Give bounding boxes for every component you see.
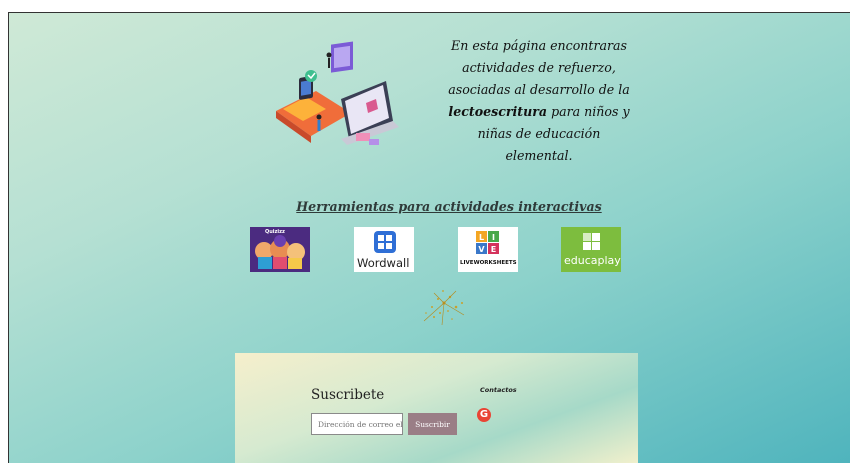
- intro-line-6: elemental.: [505, 148, 573, 163]
- educaplay-label: educaplay: [564, 254, 621, 267]
- educaplay-link[interactable]: educaplay: [561, 227, 621, 272]
- intro-line-3: asociadas al desarrollo de la: [448, 82, 630, 97]
- contact-title: Contactos: [480, 386, 517, 394]
- liveworksheets-link[interactable]: L I V E LIVEWORKSHEETS: [458, 227, 518, 272]
- svg-text:L: L: [479, 233, 484, 242]
- section-title: Herramientas para actividades interactiv…: [296, 199, 602, 214]
- footer-panel: Suscribete Suscribir Contactos G: [235, 353, 638, 463]
- subscribe-button[interactable]: Suscribir: [408, 413, 457, 435]
- intro-line-1: En esta página encontraras: [451, 38, 627, 53]
- subscribe-title: Suscribete: [311, 387, 385, 403]
- wordwall-link[interactable]: Wordwall: [354, 227, 414, 272]
- sparkle-decoration: [423, 290, 465, 326]
- google-icon[interactable]: G: [477, 408, 491, 422]
- intro-text: En esta página encontraras actividades d…: [429, 35, 649, 167]
- learning-illustration: [276, 41, 399, 145]
- svg-text:V: V: [478, 245, 485, 254]
- intro-line-4-rest: para niños y: [547, 104, 630, 119]
- svg-text:I: I: [492, 233, 495, 242]
- quizizz-link[interactable]: Quizizz: [250, 227, 310, 272]
- intro-line-5: niñas de educación: [477, 126, 601, 141]
- intro-line-2: actividades de refuerzo,: [462, 60, 616, 75]
- email-input[interactable]: [311, 413, 403, 435]
- intro-bold-word: lectoescritura: [448, 104, 548, 119]
- quizizz-label: Quizizz: [265, 229, 285, 235]
- liveworksheets-label: LIVEWORKSHEETS: [460, 260, 517, 266]
- page-frame: En esta página encontraras actividades d…: [8, 12, 850, 463]
- svg-text:E: E: [491, 245, 496, 254]
- intro-line-4: lectoescritura para niños y: [429, 101, 649, 123]
- wordwall-label: Wordwall: [357, 256, 410, 270]
